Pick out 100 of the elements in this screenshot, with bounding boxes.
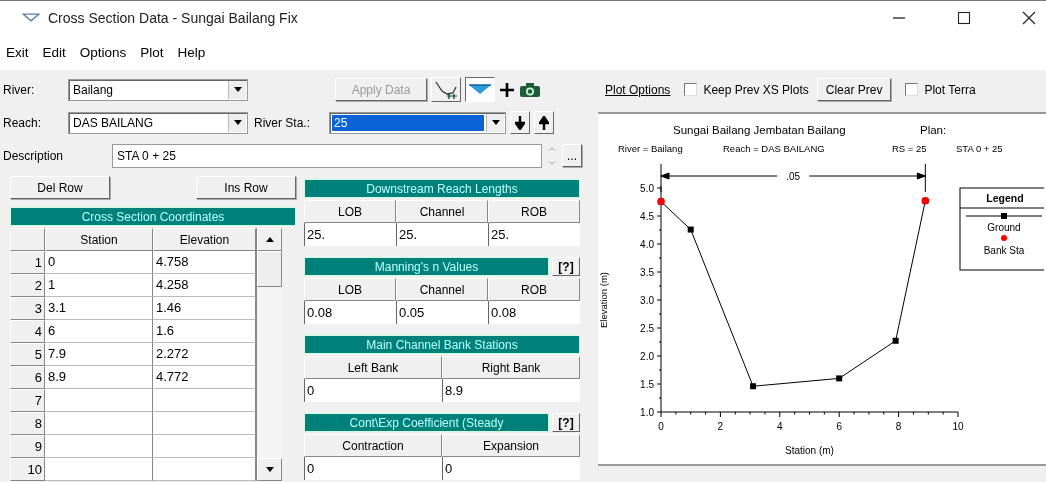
column-header: Expansion (442, 434, 580, 457)
x-axis-title: Station (m) (785, 445, 834, 456)
column-header: LOB (304, 278, 396, 301)
legend-line-icon (965, 213, 1043, 219)
checkbox-label: Plot Terra (924, 82, 976, 97)
input-field[interactable]: 0 (304, 457, 442, 480)
input-field[interactable]: 8.9 (442, 379, 580, 402)
delete-row-button[interactable]: Del Row (10, 176, 110, 199)
input-field[interactable]: 0 (442, 457, 580, 480)
y-axis-title: Elevation (m) (598, 272, 609, 328)
water-level-icon[interactable] (465, 77, 495, 102)
dropdown-arrow-icon (233, 87, 242, 92)
column-header: Channel (396, 278, 488, 301)
table-cell[interactable]: 3.1 (45, 297, 153, 320)
clear-prev-button[interactable]: Clear Prev (816, 78, 892, 101)
y-tick-label: 3.5 (640, 266, 654, 278)
table-cell[interactable] (45, 412, 153, 435)
panel-title: Manning's n Values (304, 257, 549, 276)
x-tick-label: 4 (777, 421, 783, 432)
plot-options-link[interactable]: Plot Options (605, 82, 671, 97)
down-arrow-icon (265, 467, 274, 472)
table-cell[interactable]: 4.258 (153, 274, 256, 297)
column-header: Left Bank (304, 356, 442, 379)
table-cell[interactable] (153, 412, 256, 435)
checkbox[interactable] (684, 83, 698, 96)
x-tick-label: 8 (895, 421, 902, 432)
river-station-label: River Sta.: (254, 115, 311, 130)
scroll-down-button[interactable] (257, 458, 282, 481)
plan-label: Plan: (920, 124, 947, 136)
legend-label: Ground (987, 222, 1021, 233)
corner-header (10, 228, 45, 251)
table-cell[interactable] (45, 458, 153, 481)
cross-section-plot-icon[interactable] (431, 77, 461, 102)
table-cell[interactable]: 6 (45, 320, 153, 343)
table-cell[interactable]: 4.772 (153, 366, 256, 389)
more-button[interactable]: ... (562, 144, 582, 167)
row-number: 7 (10, 389, 45, 412)
input-field[interactable]: 0.05 (396, 301, 488, 324)
reach-label: Reach: (2, 115, 43, 130)
description-field[interactable]: STA 0 + 25 (112, 143, 542, 168)
y-tick-label: 2.0 (640, 350, 654, 362)
y-tick-label: 5.0 (640, 182, 654, 194)
camera-icon[interactable] (519, 81, 541, 98)
menu-item[interactable]: Exit (6, 44, 29, 60)
table-cell[interactable]: 0 (45, 251, 153, 274)
column-header: Channel (396, 200, 488, 223)
chart-title: Sungai Bailang Jembatan Bailang (673, 124, 846, 136)
reach-dropdown[interactable]: DAS BAILANG (68, 111, 248, 134)
table-cell[interactable] (153, 389, 256, 412)
table-cell[interactable]: 8.9 (45, 366, 153, 389)
legend-title: Legend (986, 192, 1024, 204)
insert-row-button[interactable]: Ins Row (196, 176, 296, 199)
input-field[interactable]: 0.08 (488, 301, 580, 324)
menu-item[interactable]: Help (177, 44, 206, 60)
table-cell[interactable] (45, 435, 153, 458)
maximize-icon[interactable] (957, 10, 971, 25)
menu-item[interactable]: Edit (42, 44, 66, 60)
menu-item[interactable]: Plot (140, 44, 164, 60)
checkbox[interactable] (905, 83, 919, 96)
river-station-dropdown[interactable]: 25 (329, 111, 506, 134)
column-header: Station (45, 228, 153, 251)
help-button[interactable]: [?] (552, 413, 580, 432)
x-tick-label: 6 (836, 421, 842, 432)
table-cell[interactable]: 4.758 (153, 251, 256, 274)
table-cell[interactable]: 2.272 (153, 343, 256, 366)
input-field[interactable]: 25. (488, 223, 580, 246)
x-tick-label: 0 (658, 421, 664, 432)
scroll-thumb[interactable] (257, 251, 282, 287)
down-arrow-icon (515, 115, 525, 130)
column-header: Contraction (304, 434, 442, 457)
down-arrow-button[interactable] (510, 111, 530, 134)
checkbox-label: Keep Prev XS Plots (703, 82, 809, 97)
row-number: 9 (10, 435, 45, 458)
table-cell[interactable]: 1.46 (153, 297, 256, 320)
close-icon[interactable] (1022, 10, 1036, 25)
bank-station-point (657, 197, 665, 206)
table-cell[interactable] (45, 389, 153, 412)
scroll-up-button[interactable] (257, 228, 282, 251)
column-header: ROB (488, 278, 580, 301)
add-icon[interactable] (499, 81, 515, 98)
bank-station-point (921, 196, 930, 205)
up-arrow-button[interactable] (534, 111, 554, 134)
input-field[interactable]: 25. (396, 223, 488, 246)
menu-item[interactable]: Options (79, 44, 127, 60)
table-cell[interactable] (153, 435, 256, 458)
y-tick-label: 3.0 (640, 294, 654, 306)
help-button[interactable]: [?] (552, 257, 580, 276)
table-cell[interactable] (153, 458, 256, 481)
x-tick-label: 2 (717, 421, 724, 432)
y-tick-label: 1.5 (640, 378, 654, 390)
input-field[interactable]: 0 (304, 379, 442, 402)
row-number: 5 (10, 343, 45, 366)
table-cell[interactable]: 1.6 (153, 320, 256, 343)
y-tick-label: 1.0 (640, 406, 654, 418)
river-dropdown[interactable]: Bailang (68, 78, 248, 101)
input-field[interactable]: 25. (304, 223, 396, 246)
window-title: Cross Section Data - Sungai Bailang Fix (48, 9, 298, 26)
table-cell[interactable]: 7.9 (45, 343, 153, 366)
input-field[interactable]: 0.08 (304, 301, 396, 324)
table-cell[interactable]: 1 (45, 274, 153, 297)
